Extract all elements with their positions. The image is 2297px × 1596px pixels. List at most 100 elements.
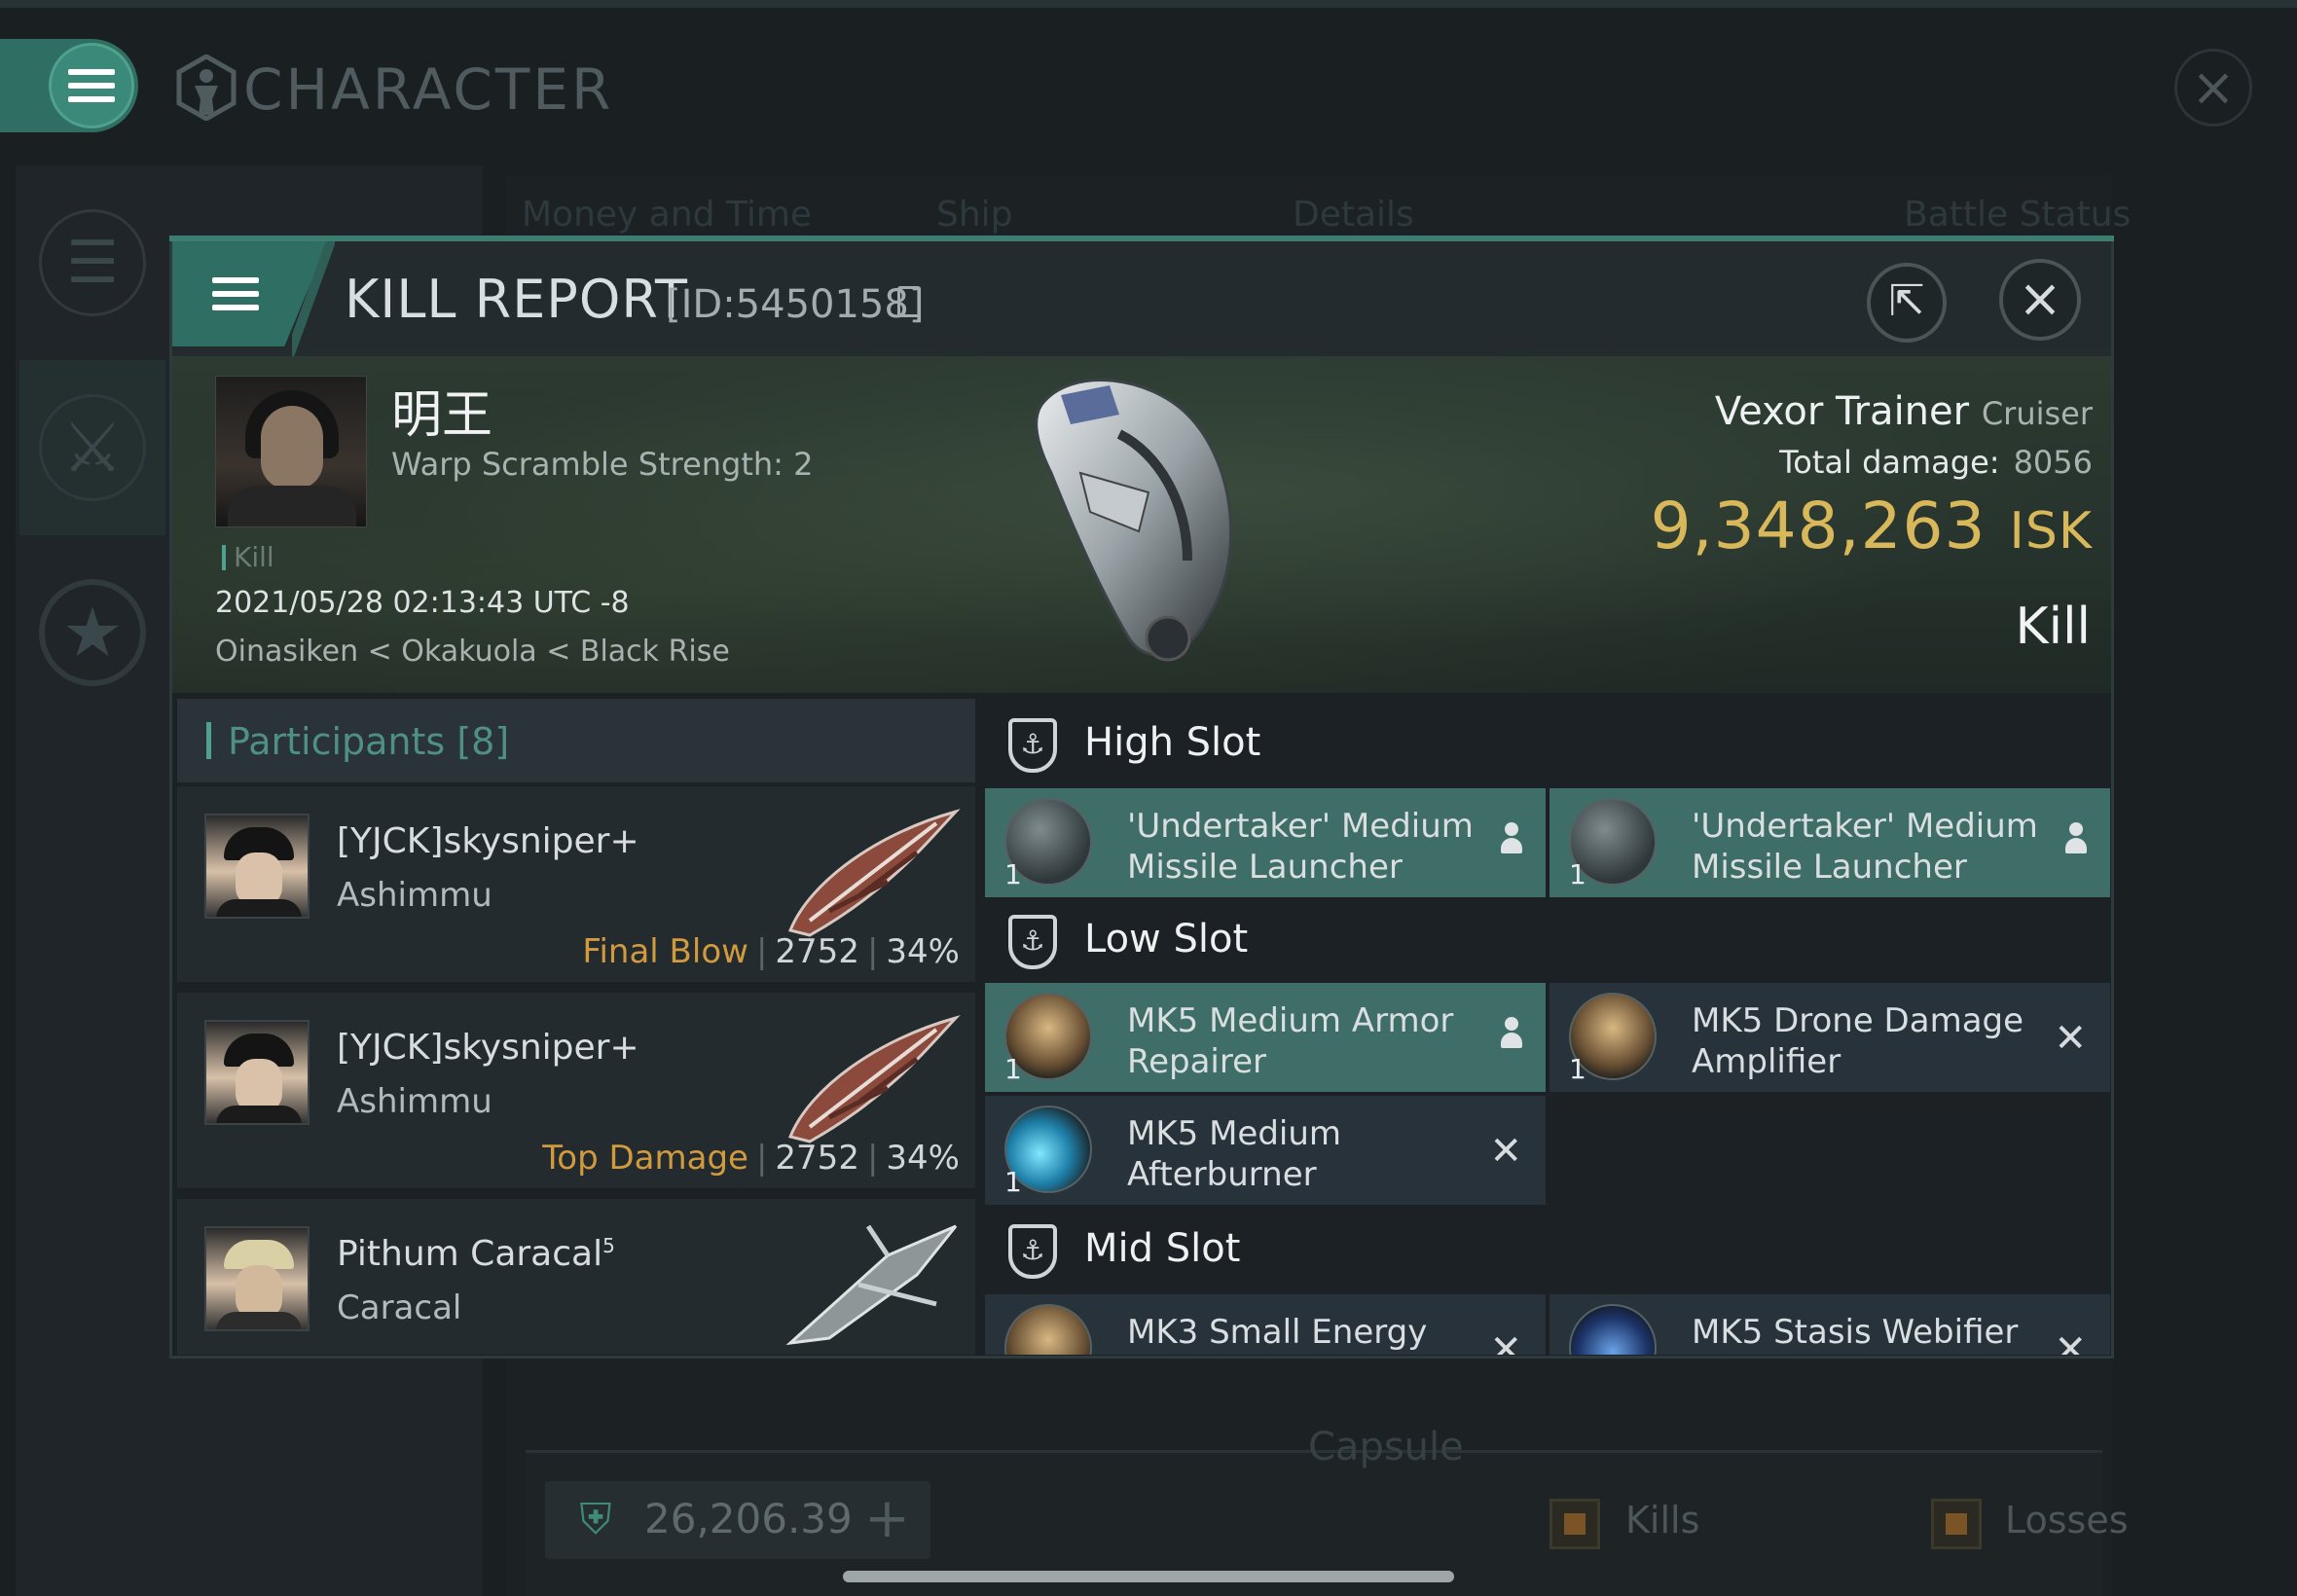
high-slot-icon: ⚓ xyxy=(1008,718,1057,773)
participant-ship-image xyxy=(785,1224,958,1346)
isk-value: 9,348,263 ISK xyxy=(1651,489,2093,563)
rail-menu-button[interactable]: ☰ xyxy=(19,175,165,350)
slot-item[interactable]: 1 MK3 Small Energy ✕ xyxy=(985,1294,1546,1355)
participant-stats: Final Blow | 2752 | 34% xyxy=(582,932,960,971)
participant-name-text: Pithum Caracal xyxy=(337,1234,603,1274)
kill-report-accent-line xyxy=(169,236,2114,241)
close-icon[interactable]: × xyxy=(1999,259,2081,341)
add-balance-button[interactable]: + xyxy=(864,1487,910,1550)
high-slot-header: ⚓ High Slot xyxy=(981,699,2110,786)
participant-name: [YJCK]skysniper+ xyxy=(337,821,639,861)
home-indicator[interactable] xyxy=(843,1571,1454,1582)
item-name: 'Undertaker' Medium Missile Launcher xyxy=(1692,807,2038,887)
top-damage-tag: Top Damage xyxy=(542,1139,748,1178)
ship-class: Cruiser xyxy=(1981,395,2093,432)
kill-report-title: KILL REPORT xyxy=(345,269,688,330)
participant-name: Pithum Caracal5 xyxy=(337,1234,615,1274)
participant-portrait xyxy=(204,1226,310,1331)
item-name: MK5 Stasis Webifier xyxy=(1692,1313,2019,1352)
losses-checkbox[interactable] xyxy=(1931,1499,1982,1549)
participant-row[interactable]: Pithum Caracal5 Caracal xyxy=(177,1199,975,1355)
tab-ship[interactable]: Ship xyxy=(936,195,1013,235)
destroyed-icon: ✕ xyxy=(1489,1327,1522,1355)
participants-title: Participants [8] xyxy=(228,720,509,763)
total-damage-value: 8056 xyxy=(2013,444,2093,481)
victim-name[interactable]: 明王 xyxy=(391,374,492,447)
kill-status: Kill xyxy=(2015,598,2091,656)
share-icon[interactable]: ⇱ xyxy=(1867,263,1947,343)
participant-percent: 34% xyxy=(886,932,960,971)
high-slot-title: High Slot xyxy=(1084,720,1261,765)
participant-ship-image xyxy=(787,809,961,937)
item-name: MK5 Drone Damage Amplifier xyxy=(1692,1001,2024,1081)
header-divider xyxy=(292,241,335,356)
app-title: CHARACTER xyxy=(243,56,614,123)
tab-money-and-time[interactable]: Money and Time xyxy=(522,195,812,235)
item-quantity: 1 xyxy=(1004,858,1022,890)
character-emblem-icon xyxy=(176,54,237,121)
destroyed-icon: ✕ xyxy=(2054,1016,2087,1061)
item-quantity: 1 xyxy=(1569,858,1586,890)
victim-portrait[interactable] xyxy=(215,376,367,527)
participant-ship: Ashimmu xyxy=(337,1082,492,1121)
rail-combat-button[interactable]: ⚔ xyxy=(19,360,165,535)
isk-amount: 9,348,263 xyxy=(1650,489,1987,563)
mid-slot-icon: ⚓ xyxy=(1008,1224,1057,1279)
victim-ship-name[interactable]: Vexor Trainer Cruiser xyxy=(1715,389,2093,434)
app-close-icon[interactable]: × xyxy=(2174,49,2252,127)
destroyed-icon: ✕ xyxy=(1489,1129,1522,1174)
participant-ship: Caracal xyxy=(337,1288,462,1327)
app-top-strip xyxy=(0,0,2297,8)
item-quantity: 1 xyxy=(1569,1053,1586,1085)
item-name: MK5 Medium Armor Repairer xyxy=(1127,1001,1454,1081)
victim-ship-image[interactable] xyxy=(1003,366,1294,677)
pilot-icon xyxy=(1501,821,1522,864)
participant-row[interactable]: [YJCK]skysniper+ Ashimmu Top Damage | 2752… xyxy=(177,993,975,1191)
warp-scramble-strength: Warp Scramble Strength: 2 xyxy=(391,446,814,483)
total-damage: Total damage: 8056 xyxy=(1779,444,2093,481)
fitting-slots: ⚓ High Slot 1 'Undertaker' Medium Missil… xyxy=(981,699,2110,1355)
slot-item[interactable]: 1 MK5 Drone Damage Amplifier ✕ xyxy=(1550,983,2110,1092)
participant-ship: Ashimmu xyxy=(337,876,492,915)
low-slot-header: ⚓ Low Slot xyxy=(981,895,2110,983)
tab-details[interactable]: Details xyxy=(1293,195,1414,235)
item-quantity: 1 xyxy=(1004,1053,1022,1085)
slot-item[interactable]: 1 'Undertaker' Medium Missile Launcher xyxy=(985,788,1546,897)
mid-slot-header: ⚓ Mid Slot xyxy=(981,1205,2110,1292)
total-damage-label: Total damage: xyxy=(1779,444,2000,481)
kill-location[interactable]: Oinasiken < Okakuola < Black Rise xyxy=(215,635,730,669)
tab-battle-status[interactable]: Battle Status xyxy=(1904,195,2131,235)
participant-portrait xyxy=(204,1020,310,1125)
slot-item[interactable]: 1 MK5 Medium Afterburner ✕ xyxy=(985,1096,1546,1205)
participant-row[interactable]: [YJCK]skysniper+ Ashimmu Final Blow | 2752… xyxy=(177,786,975,985)
participants-label: Participants xyxy=(228,720,446,763)
kills-label: Kills xyxy=(1625,1499,1700,1542)
slot-item[interactable]: 1 'Undertaker' Medium Missile Launcher xyxy=(1550,788,2110,897)
rail-favorites-button[interactable]: ★ xyxy=(19,545,165,720)
participants-count: [8] xyxy=(456,720,510,763)
kill-report-id: [ID:5450158] xyxy=(666,282,925,327)
item-name: MK5 Medium Afterburner xyxy=(1127,1114,1342,1194)
destroyed-icon: ✕ xyxy=(2054,1327,2087,1355)
item-name: 'Undertaker' Medium Missile Launcher xyxy=(1127,807,1474,887)
participant-percent: 34% xyxy=(886,1139,960,1178)
participants-marker xyxy=(206,722,211,759)
energy-module-icon xyxy=(1004,1304,1092,1355)
slot-item[interactable]: 1 MK5 Medium Armor Repairer xyxy=(985,983,1546,1092)
main-menu-button[interactable] xyxy=(49,43,134,128)
low-slot-title: Low Slot xyxy=(1084,917,1249,961)
slot-item[interactable]: 1 MK5 Stasis Webifier ✕ xyxy=(1550,1294,2110,1355)
ship-name-text: Vexor Trainer xyxy=(1714,389,1970,434)
copy-id-icon[interactable] xyxy=(897,286,921,317)
participant-stats: Top Damage | 2752 | 34% xyxy=(542,1139,960,1178)
kill-datetime: 2021/05/28 02:13:43 UTC -8 xyxy=(215,586,630,620)
participant-damage: 2752 xyxy=(775,932,859,971)
item-quantity: 1 xyxy=(1004,1166,1022,1198)
losses-label: Losses xyxy=(2005,1499,2129,1542)
balance-value: 26,206.39 xyxy=(644,1495,853,1542)
console-label: Capsule xyxy=(1308,1425,1464,1469)
kill-tag-marker xyxy=(222,545,226,570)
low-slot-icon: ⚓ xyxy=(1008,915,1057,969)
item-name: MK3 Small Energy xyxy=(1127,1313,1428,1352)
kills-checkbox[interactable] xyxy=(1550,1499,1600,1549)
